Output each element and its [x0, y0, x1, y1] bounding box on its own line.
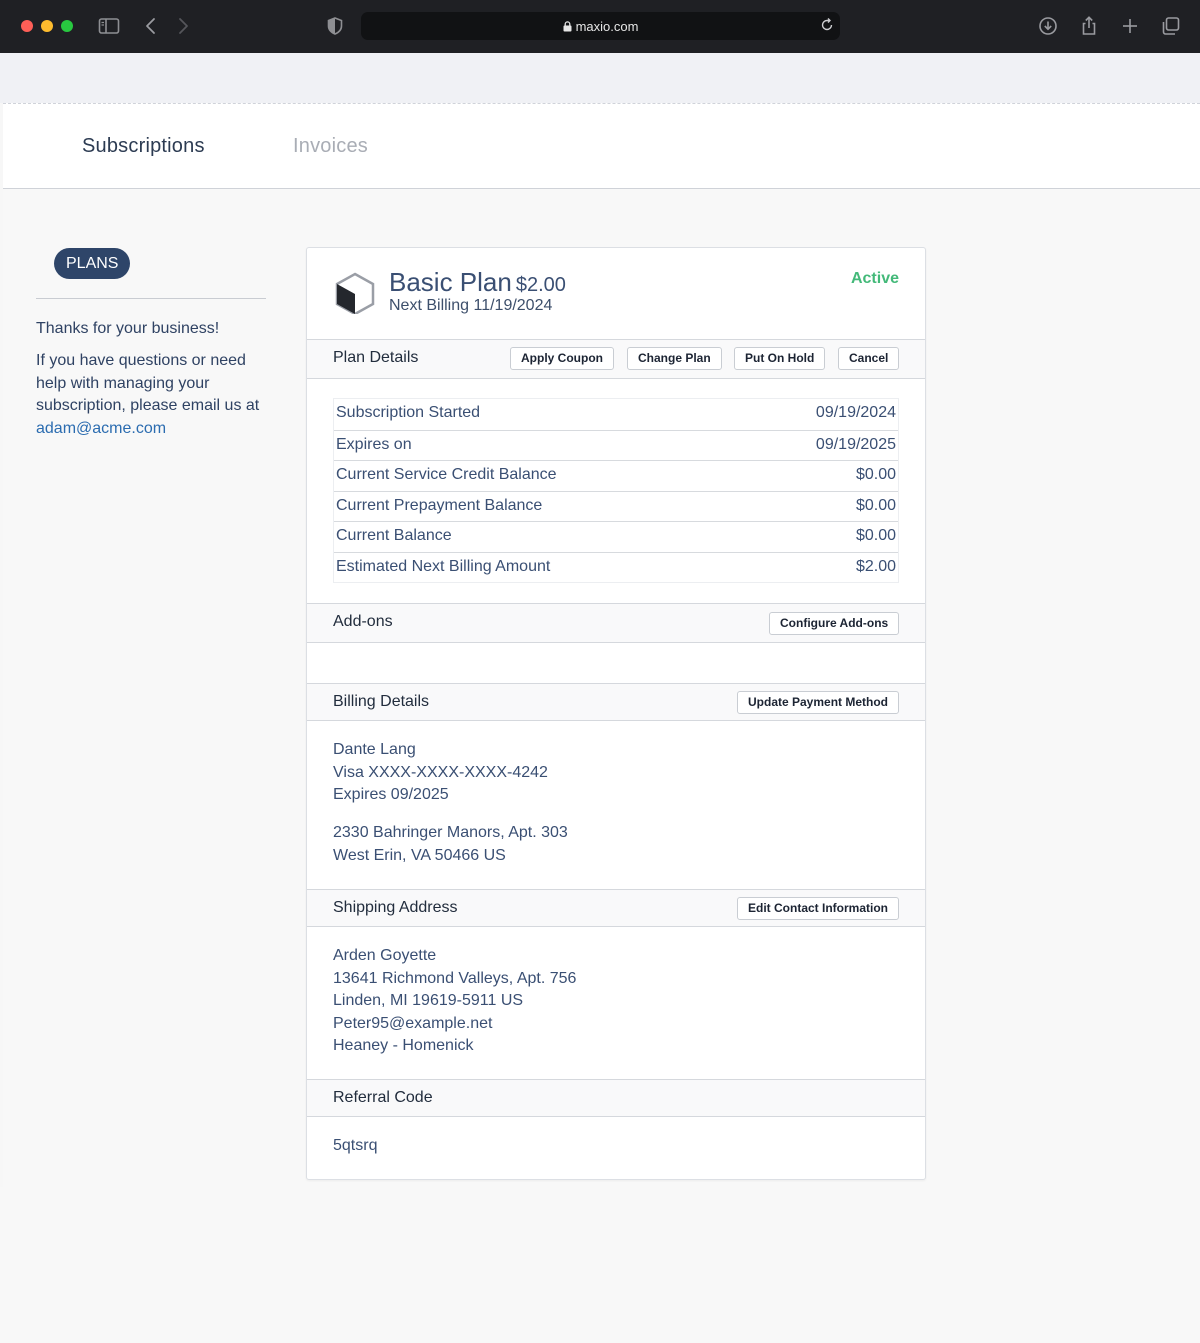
- edit-contact-information-button[interactable]: Edit Contact Information: [737, 897, 899, 920]
- billing-name: Dante Lang: [333, 741, 416, 758]
- shipping-address-title: Shipping Address: [333, 899, 458, 916]
- billing-details-header: Billing Details Update Payment Method: [307, 683, 925, 721]
- row-label: Current Balance: [336, 527, 452, 544]
- sidebar-toggle-icon[interactable]: [97, 14, 121, 38]
- row-value: $0.00: [855, 466, 896, 483]
- status-badge: Active: [850, 270, 899, 287]
- next-billing: Next Billing 11/19/2024: [389, 297, 552, 315]
- shield-icon[interactable]: [323, 14, 347, 38]
- address-bar[interactable]: maxio.com: [361, 12, 840, 40]
- apply-coupon-button[interactable]: Apply Coupon: [510, 347, 614, 370]
- browser-toolbar: maxio.com: [0, 0, 1200, 53]
- plan-details-table: Subscription Started 09/19/2024 Expires o…: [333, 398, 899, 583]
- tab-overview-icon[interactable]: [1159, 14, 1183, 38]
- lock-icon: [563, 20, 572, 35]
- table-row: Current Service Credit Balance $0.00: [334, 460, 898, 491]
- url-text: maxio.com: [575, 19, 639, 34]
- row-value: 09/19/2024: [815, 404, 896, 421]
- row-label: Subscription Started: [336, 404, 481, 421]
- plan-name: Basic Plan: [389, 267, 512, 297]
- billing-info: Dante Lang Visa XXXX-XXXX-XXXX-4242 Expi…: [333, 739, 548, 807]
- page-bottom-area: [0, 1187, 1200, 1343]
- next-billing-date: 11/19/2024: [473, 297, 553, 314]
- minimize-window-button[interactable]: [41, 20, 53, 32]
- shipping-email: Peter95@example.net: [333, 1014, 493, 1032]
- cancel-button[interactable]: Cancel: [838, 347, 900, 370]
- change-plan-button[interactable]: Change Plan: [627, 347, 722, 370]
- referral-code-header: Referral Code: [307, 1079, 925, 1117]
- row-label: Current Prepayment Balance: [336, 496, 543, 514]
- row-label: Estimated Next Billing Amount: [336, 557, 551, 575]
- table-row: Expires on 09/19/2025: [334, 429, 898, 461]
- forward-icon[interactable]: [171, 14, 195, 38]
- page-top-band: [0, 53, 1200, 103]
- billing-address: 2330 Bahringer Manors, Apt. 303 West Eri…: [333, 822, 568, 867]
- shipping-address-header: Shipping Address Edit Contact Informatio…: [307, 889, 925, 927]
- plan-details-header: Plan Details Apply Coupon Change Plan Pu…: [307, 339, 925, 379]
- table-row: Current Balance $0.00: [334, 521, 898, 552]
- plan-price: $2.00: [515, 274, 566, 296]
- referral-code: 5qtsrq: [333, 1137, 378, 1154]
- sidebar-divider: [36, 298, 266, 299]
- table-row: Subscription Started 09/19/2024: [334, 399, 898, 430]
- row-value: $2.00: [855, 557, 896, 575]
- table-row: Estimated Next Billing Amount $2.00: [334, 551, 898, 583]
- download-icon[interactable]: [1036, 14, 1060, 38]
- billing-address-line2: West Erin, VA 50466 US: [333, 846, 506, 864]
- help-text: If you have questions or need help with …: [36, 352, 260, 414]
- plan-details-title: Plan Details: [333, 349, 419, 366]
- plans-badge[interactable]: PLANS: [54, 248, 131, 279]
- plan-title: Basic Plan $2.00: [389, 267, 566, 298]
- shipping-name: Arden Goyette: [333, 947, 437, 964]
- subscription-card: Basic Plan $2.00 Next Billing 11/19/2024 …: [306, 247, 926, 1180]
- billing-details-title: Billing Details: [333, 693, 430, 710]
- shipping-address-line2: Linden, MI 19619-5911 US: [333, 992, 524, 1009]
- row-label: Expires on: [336, 435, 412, 453]
- close-window-button[interactable]: [21, 20, 33, 32]
- configure-addons-button[interactable]: Configure Add-ons: [769, 612, 900, 635]
- put-on-hold-button[interactable]: Put On Hold: [734, 347, 826, 370]
- help-message: If you have questions or need help with …: [36, 350, 271, 440]
- billing-expires: Expires 09/2025: [333, 786, 449, 803]
- row-value: $0.00: [855, 496, 896, 514]
- support-email-link[interactable]: adam@acme.com: [36, 420, 166, 437]
- shipping-address-line1: 13641 Richmond Valleys, Apt. 756: [333, 969, 577, 987]
- zoom-window-button[interactable]: [61, 20, 73, 32]
- row-value: 09/19/2025: [815, 435, 896, 453]
- billing-address-line1: 2330 Bahringer Manors, Apt. 303: [333, 824, 568, 841]
- shipping-company: Heaney - Homenick: [333, 1037, 474, 1054]
- tab-subscriptions[interactable]: Subscriptions: [82, 135, 205, 158]
- tab-bar: Subscriptions Invoices: [3, 103, 1200, 189]
- referral-code-title: Referral Code: [333, 1089, 433, 1106]
- plan-cube-icon: [335, 272, 375, 319]
- addons-title: Add-ons: [333, 613, 393, 630]
- reload-icon[interactable]: [819, 17, 835, 38]
- new-tab-icon[interactable]: [1118, 14, 1142, 38]
- thanks-message: Thanks for your business!: [36, 320, 220, 337]
- back-icon[interactable]: [139, 14, 163, 38]
- update-payment-method-button[interactable]: Update Payment Method: [737, 691, 900, 714]
- tab-invoices[interactable]: Invoices: [293, 135, 368, 158]
- table-row: Current Prepayment Balance $0.00: [334, 490, 898, 522]
- row-label: Current Service Credit Balance: [336, 466, 557, 483]
- shipping-info: Arden Goyette 13641 Richmond Valleys, Ap…: [333, 945, 576, 1058]
- share-icon[interactable]: [1077, 14, 1101, 38]
- addons-header: Add-ons Configure Add-ons: [307, 603, 925, 643]
- next-billing-label: Next Billing: [389, 297, 470, 314]
- row-value: $0.00: [855, 527, 896, 544]
- billing-card: Visa XXXX-XXXX-XXXX-4242: [333, 763, 548, 781]
